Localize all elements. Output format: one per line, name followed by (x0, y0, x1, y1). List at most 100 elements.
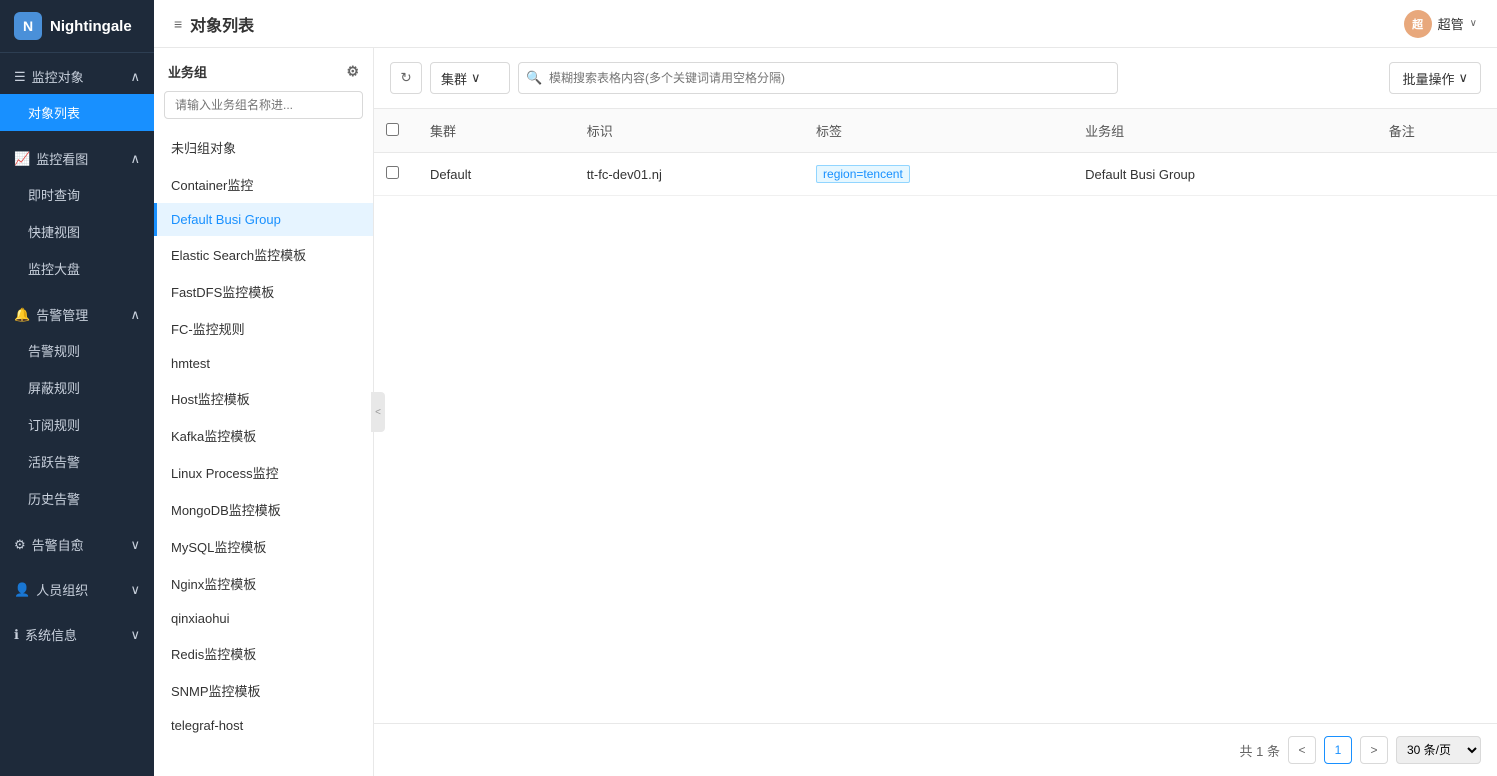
chart-icon: 📈 (14, 151, 30, 167)
objects-table: 集群 标识 标签 业务组 备注 (374, 109, 1497, 196)
biz-item-mongodb[interactable]: MongoDB监控模板 (154, 491, 373, 528)
next-page-button[interactable]: > (1360, 736, 1388, 764)
settings-icon[interactable]: ⚙ (346, 63, 359, 80)
biz-group-sidebar: 业务组 ⚙ 未归组对象 Container监控 Default Busi Gro… (154, 48, 374, 776)
select-all-checkbox[interactable] (386, 123, 399, 136)
table-wrapper: 集群 标识 标签 业务组 备注 (374, 109, 1497, 723)
row-checkbox-cell (374, 153, 414, 196)
nav-group-monitoring[interactable]: ☰ 监控对象 ∧ (0, 57, 154, 94)
table-search-input[interactable] (518, 62, 1118, 94)
biz-item-default-busi[interactable]: Default Busi Group (154, 203, 373, 236)
biz-item-ungrouped[interactable]: 未归组对象 (154, 129, 373, 166)
page-size-select[interactable]: 30 条/页 50 条/页 100 条/页 (1396, 736, 1481, 764)
row-tags: region=tencent (800, 153, 1069, 196)
row-remark (1373, 153, 1497, 196)
biz-item-kafka[interactable]: Kafka监控模板 (154, 417, 373, 454)
batch-operation-button[interactable]: 批量操作 ∨ (1389, 62, 1481, 94)
collapse-icon: < (375, 407, 381, 418)
nav-group-system[interactable]: ℹ 系统信息 ∨ (0, 615, 154, 652)
biz-item-snmp[interactable]: SNMP监控模板 (154, 672, 373, 709)
th-ident: 标识 (571, 109, 800, 153)
main-sidebar: N Nightingale ☰ 监控对象 ∧ 对象列表 📈 监控看图 ∧ 即时查… (0, 0, 154, 776)
prev-page-button[interactable]: < (1288, 736, 1316, 764)
sidebar-item-quick-view[interactable]: 快捷视图 (0, 213, 154, 250)
biz-item-mysql[interactable]: MySQL监控模板 (154, 528, 373, 565)
biz-item-qinxiaohui[interactable]: qinxiaohui (154, 602, 373, 635)
nav-group-alert-self[interactable]: ⚙ 告警自愈 ∨ (0, 525, 154, 562)
tag-badge[interactable]: region=tencent (816, 165, 910, 183)
app-name: Nightingale (50, 18, 132, 35)
sidebar-item-active-alerts[interactable]: 活跃告警 (0, 443, 154, 480)
th-cluster: 集群 (414, 109, 571, 153)
nav-group-monitor-view[interactable]: 📈 监控看图 ∧ (0, 139, 154, 176)
collapse-handle[interactable]: < (371, 392, 385, 432)
page-1-button[interactable]: 1 (1324, 736, 1352, 764)
biz-item-host[interactable]: Host监控模板 (154, 380, 373, 417)
nav-section-monitoring: ☰ 监控对象 ∧ 对象列表 (0, 53, 154, 135)
cluster-label: 集群 (441, 69, 467, 88)
main-content: ≡ 对象列表 超 超管 ∨ 业务组 ⚙ 未归组对象 (154, 0, 1497, 776)
sidebar-item-subscribe-rules[interactable]: 订阅规则 (0, 406, 154, 443)
biz-header: 业务组 ⚙ (154, 48, 373, 91)
content-area: 业务组 ⚙ 未归组对象 Container监控 Default Busi Gro… (154, 48, 1497, 776)
nav-group-label: 监控看图 (36, 149, 88, 168)
biz-item-fc-rules[interactable]: FC-监控规则 (154, 310, 373, 347)
chevron-down-icon: ∨ (130, 537, 140, 553)
sidebar-item-realtime[interactable]: 即时查询 (0, 176, 154, 213)
sidebar-item-dashboard[interactable]: 监控大盘 (0, 250, 154, 287)
sidebar-item-object-list[interactable]: 对象列表 (0, 94, 154, 131)
chevron-up-icon: ∧ (130, 307, 140, 323)
row-checkbox[interactable] (386, 166, 399, 179)
logo-icon: N (14, 12, 42, 40)
self-heal-icon: ⚙ (14, 537, 26, 553)
sidebar-item-history-alerts[interactable]: 历史告警 (0, 480, 154, 517)
biz-item-redis[interactable]: Redis监控模板 (154, 635, 373, 672)
biz-item-container[interactable]: Container监控 (154, 166, 373, 203)
biz-item-telegraf[interactable]: telegraf-host (154, 709, 373, 742)
biz-item-fastdfs[interactable]: FastDFS监控模板 (154, 273, 373, 310)
chevron-up-icon: ∧ (130, 69, 140, 85)
refresh-button[interactable]: ↻ (390, 62, 422, 94)
sidebar-item-silence-rules[interactable]: 屏蔽规则 (0, 369, 154, 406)
next-icon: > (1370, 743, 1377, 757)
nav-section-system: ℹ 系统信息 ∨ (0, 611, 154, 656)
page-title: 对象列表 (190, 12, 254, 36)
nav-group-label: 监控对象 (32, 67, 84, 86)
biz-item-hmtest[interactable]: hmtest (154, 347, 373, 380)
prev-icon: < (1298, 743, 1305, 757)
biz-search-area (154, 91, 373, 129)
row-biz-group: Default Busi Group (1069, 153, 1373, 196)
cluster-select[interactable]: 集群 ∨ (430, 62, 510, 94)
chevron-up-icon: ∧ (130, 151, 140, 167)
nav-section-alert-self: ⚙ 告警自愈 ∨ (0, 521, 154, 566)
nav-group-label: 告警自愈 (32, 535, 84, 554)
nav-group-label: 告警管理 (36, 305, 88, 324)
biz-item-nginx[interactable]: Nginx监控模板 (154, 565, 373, 602)
total-info: 共 1 条 (1240, 741, 1280, 760)
cluster-chevron-down-icon: ∨ (471, 70, 481, 86)
sidebar-item-alert-rules[interactable]: 告警规则 (0, 332, 154, 369)
biz-item-elastic[interactable]: Elastic Search监控模板 (154, 236, 373, 273)
search-icon: 🔍 (526, 70, 542, 86)
th-tags: 标签 (800, 109, 1069, 153)
biz-search-input[interactable] (164, 91, 363, 119)
topbar: ≡ 对象列表 超 超管 ∨ (154, 0, 1497, 48)
row-ident[interactable]: tt-fc-dev01.nj (571, 153, 800, 196)
nav-group-personnel[interactable]: 👤 人员组织 ∨ (0, 570, 154, 607)
user-menu[interactable]: 超 超管 ∨ (1404, 10, 1477, 38)
user-chevron-down-icon: ∨ (1470, 18, 1477, 29)
nav-section-alert-mgmt: 🔔 告警管理 ∧ 告警规则 屏蔽规则 订阅规则 活跃告警 历史告警 (0, 291, 154, 521)
nav-section-monitor-view: 📈 监控看图 ∧ 即时查询 快捷视图 监控大盘 (0, 135, 154, 291)
table-header-row: 集群 标识 标签 业务组 备注 (374, 109, 1497, 153)
th-checkbox (374, 109, 414, 153)
th-remark: 备注 (1373, 109, 1497, 153)
refresh-icon: ↻ (400, 70, 411, 86)
alert-icon: 🔔 (14, 307, 30, 323)
info-icon: ℹ (14, 627, 19, 643)
user-name: 超管 (1438, 14, 1464, 33)
nav-group-alert-mgmt[interactable]: 🔔 告警管理 ∧ (0, 295, 154, 332)
biz-item-linux-process[interactable]: Linux Process监控 (154, 454, 373, 491)
table-row: Default tt-fc-dev01.nj region=tencent De… (374, 153, 1497, 196)
table-area: ↻ 集群 ∨ 🔍 批量操作 ∨ (374, 48, 1497, 776)
people-icon: 👤 (14, 582, 30, 598)
